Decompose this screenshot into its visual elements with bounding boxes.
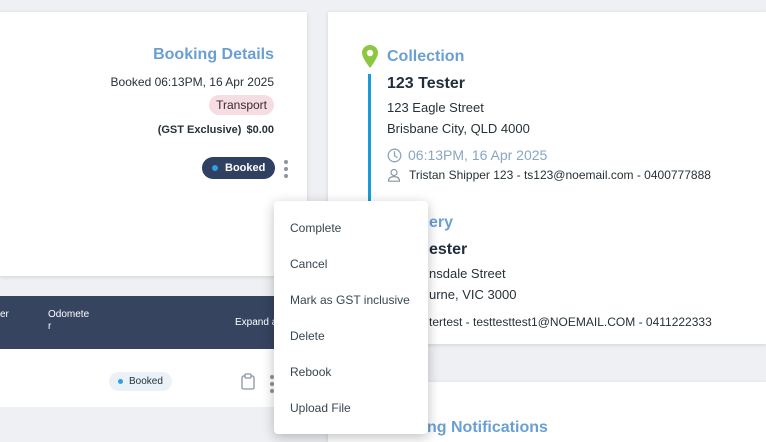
- status-dot-icon: [212, 165, 218, 171]
- delivery-title: ery: [429, 214, 454, 231]
- delivery-contact: tertest - testtesttest1@NOEMAIL.COM - 04…: [429, 315, 712, 329]
- booking-details-card: Booking Details Booked 06:13PM, 16 Apr 2…: [0, 12, 307, 276]
- column-header-odometer[interactable]: Odomete r: [48, 309, 89, 333]
- table-row: Booked: [0, 349, 307, 407]
- booked-time: Booked 06:13PM, 16 Apr 2025: [110, 75, 274, 89]
- booking-status-label: Booked: [225, 162, 266, 174]
- booking-status-badge: Booked: [202, 157, 276, 179]
- collection-time: 06:13PM, 16 Apr 2025: [408, 147, 548, 163]
- collection-time-row: 06:13PM, 16 Apr 2025: [387, 147, 547, 163]
- price-value: $0.00: [246, 124, 274, 136]
- location-pin-icon: [362, 45, 378, 68]
- collection-contact-row: Tristan Shipper 123 - ts123@noemail.com …: [387, 168, 711, 182]
- collection-contact: Tristan Shipper 123 - ts123@noemail.com …: [409, 168, 711, 182]
- odometer-line1: Odomete: [48, 309, 90, 320]
- menu-item-rebook[interactable]: Rebook: [290, 365, 331, 379]
- notifications-title: ng Notifications: [427, 419, 548, 436]
- booking-details-title: Booking Details: [153, 46, 274, 63]
- odometer-line2: r: [48, 321, 52, 332]
- delivery-name: ester: [429, 241, 468, 258]
- more-options-icon[interactable]: [284, 160, 288, 181]
- table-header: er Odomete r Expand a: [0, 296, 307, 349]
- menu-item-cancel[interactable]: Cancel: [290, 257, 327, 271]
- collection-name: 123 Tester: [387, 75, 465, 92]
- clipboard-icon[interactable]: [240, 373, 256, 390]
- collection-address-line1: 123 Eagle Street: [387, 100, 484, 115]
- row-status-label: Booked: [129, 376, 163, 387]
- menu-item-mark-gst-inclusive[interactable]: Mark as GST inclusive: [290, 293, 410, 307]
- price-line: (GST Exclusive) $0.00: [158, 124, 274, 136]
- collection-address-line2: Brisbane City, QLD 4000: [387, 121, 530, 136]
- service-type-badge: Transport: [209, 95, 274, 115]
- menu-item-upload-file[interactable]: Upload File: [290, 401, 351, 415]
- route-timeline: [368, 74, 371, 210]
- menu-item-complete[interactable]: Complete: [290, 221, 341, 235]
- delivery-address-line1: nsdale Street: [429, 266, 506, 281]
- menu-item-delete[interactable]: Delete: [290, 329, 325, 343]
- column-header-fragment: er: [0, 309, 9, 320]
- gst-label: (GST Exclusive): [157, 124, 242, 136]
- clock-icon: [387, 148, 402, 162]
- column-header-expand[interactable]: Expand a: [235, 317, 277, 329]
- booking-actions-menu: Complete Cancel Mark as GST inclusive De…: [274, 201, 428, 434]
- collection-title: Collection: [387, 48, 465, 65]
- row-status-badge: Booked: [109, 372, 172, 391]
- person-icon: [387, 168, 401, 182]
- status-dot-icon: [118, 379, 123, 384]
- delivery-address-line2: urne, VIC 3000: [429, 287, 517, 302]
